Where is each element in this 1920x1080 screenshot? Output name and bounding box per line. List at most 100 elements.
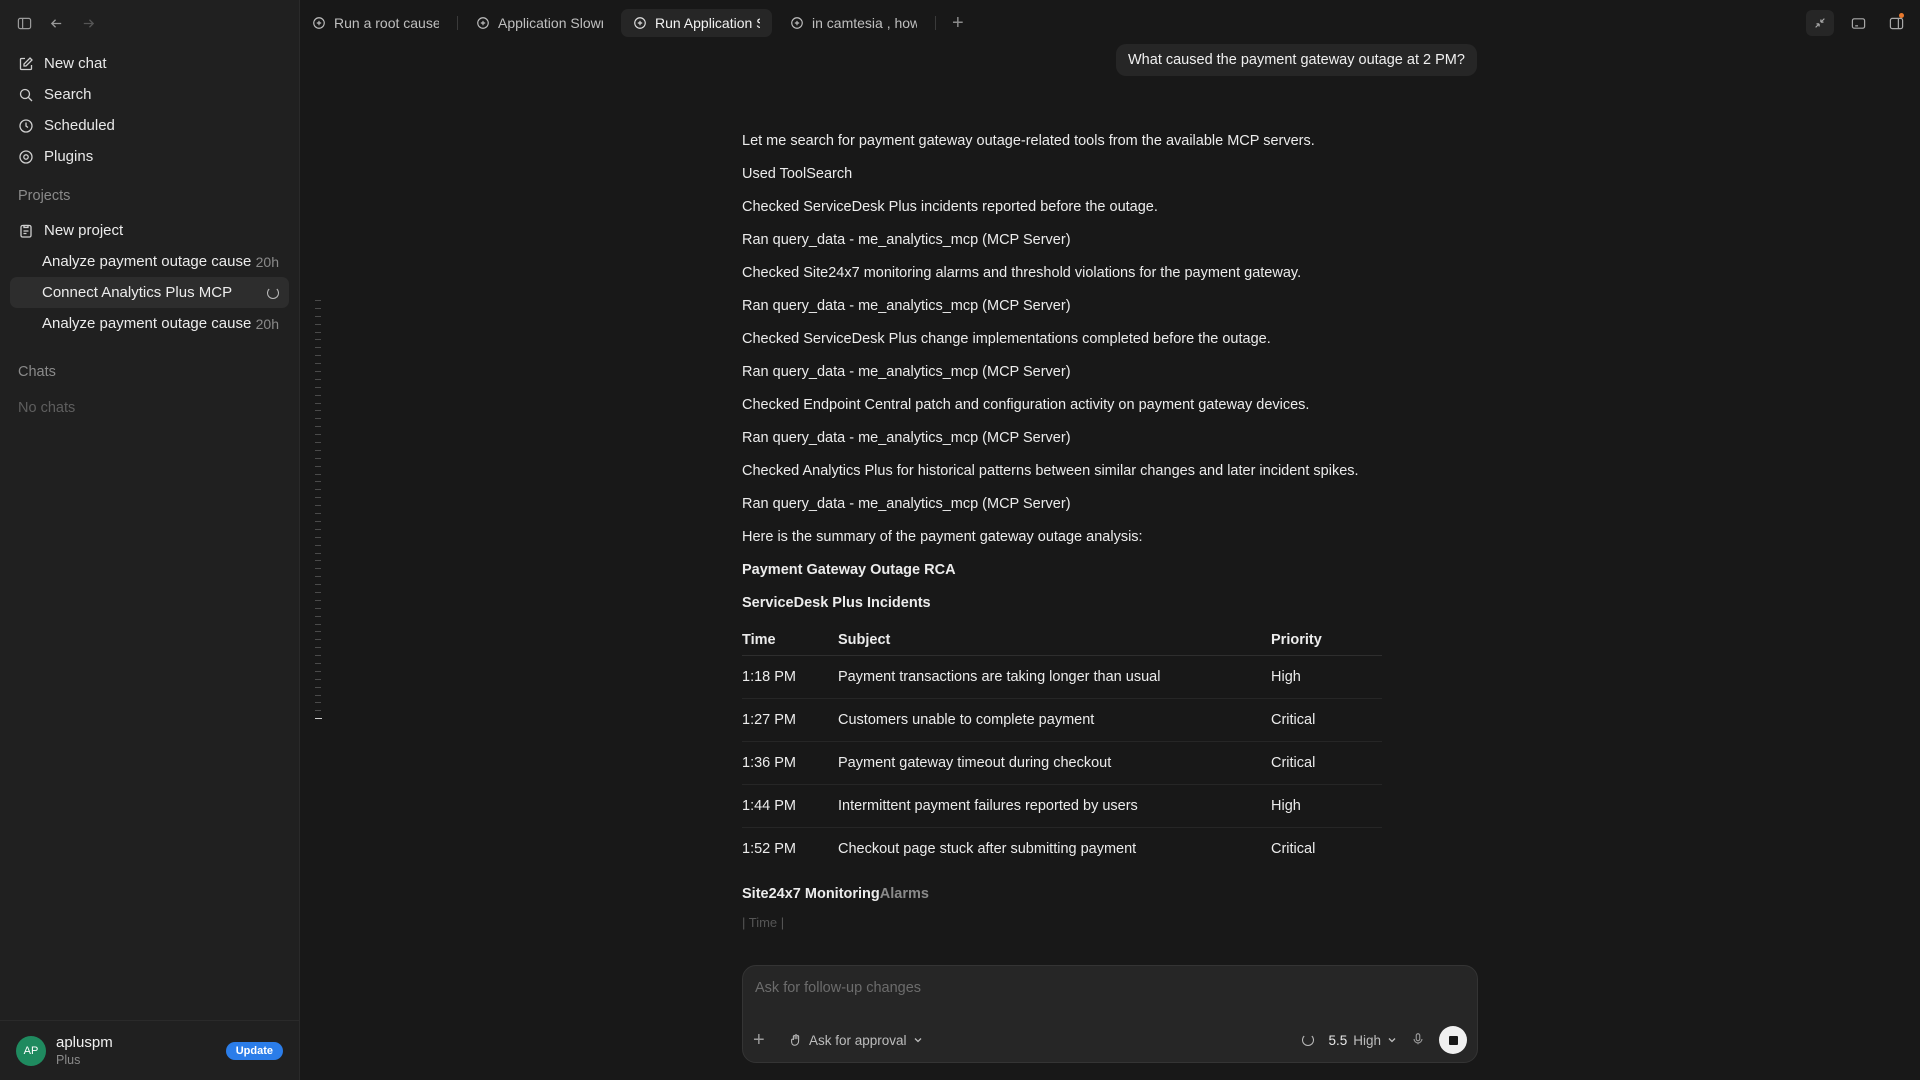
back-arrow-icon[interactable] [46, 13, 66, 33]
tool-use-line[interactable]: Ran query_data - me_analytics_mcp (MCP S… [742, 421, 1402, 454]
approval-mode-dropdown[interactable]: Ask for approval [789, 1033, 923, 1048]
scroll-tick [315, 497, 321, 499]
column-header-priority: Priority [1271, 625, 1382, 656]
incidents-table: Time Subject Priority 1:18 PM Payment tr… [742, 625, 1382, 870]
site24x7-heading-fade: Alarms [879, 886, 929, 902]
scroll-tick [315, 513, 321, 515]
composer[interactable]: Ask for follow-up changes + Ask for appr… [742, 965, 1478, 1063]
scroll-tick [315, 655, 321, 657]
plugins-button[interactable]: Plugins [10, 141, 289, 172]
tool-use-line[interactable]: Ran query_data - me_analytics_mcp (MCP S… [742, 355, 1402, 388]
new-project-label: New project [44, 222, 124, 239]
scroll-tick [315, 670, 321, 672]
scroll-progress-ticks[interactable] [315, 300, 323, 726]
chat-plus-icon [791, 17, 803, 29]
stop-button[interactable] [1439, 1026, 1467, 1054]
scroll-tick [315, 410, 321, 412]
project-item-active[interactable]: Connect Analytics Plus MCP [10, 277, 289, 308]
project-item[interactable]: Analyze payment outage cause 20h [10, 308, 289, 339]
clock-icon [19, 118, 33, 133]
scroll-tick [315, 591, 321, 593]
tool-use-line[interactable]: Ran query_data - me_analytics_mcp (MCP S… [742, 487, 1402, 520]
tool-use-line[interactable]: Ran query_data - me_analytics_mcp (MCP S… [742, 223, 1402, 256]
sidebar-toggle-icon[interactable] [14, 13, 34, 33]
streaming-partial-row: | Time | [742, 914, 785, 930]
scroll-tick [315, 434, 321, 436]
search-button[interactable]: Search [10, 79, 289, 110]
hand-icon [791, 1034, 800, 1046]
chevron-down-icon [1388, 1038, 1396, 1043]
window-controls [1806, 10, 1910, 36]
right-panel-icon[interactable] [1882, 10, 1910, 36]
site24x7-heading: Site24x7 Monitoring Alarms [742, 880, 1402, 908]
scheduled-button[interactable]: Scheduled [10, 110, 289, 141]
cell-subject: Payment gateway timeout during checkout [838, 741, 1271, 785]
composer-toolbar: + Ask for approval 5.5 High [753, 1026, 1467, 1054]
chats-heading: Chats [18, 364, 56, 380]
scroll-tick [315, 315, 321, 317]
scroll-tick [315, 347, 321, 349]
tab-run-application[interactable]: Run Application S [621, 9, 772, 37]
model-selector[interactable]: 5.5 High [1328, 1033, 1397, 1048]
user-profile[interactable]: AP apluspm Plus Update [0, 1020, 299, 1080]
cell-time: 1:27 PM [742, 698, 838, 742]
response-line: Checked Site24x7 monitoring alarms and t… [742, 264, 1302, 281]
composer-input[interactable]: Ask for follow-up changes [755, 980, 921, 996]
cell-time: 1:44 PM [742, 784, 838, 828]
new-project-button[interactable]: New project [10, 215, 289, 246]
notification-dot [1899, 13, 1904, 18]
table-header-row: Time Subject Priority [742, 625, 1382, 656]
new-tab-plus-icon[interactable]: + [952, 12, 964, 35]
response-line: Here is the summary of the payment gatew… [742, 528, 1143, 545]
scroll-tick [315, 694, 321, 696]
scroll-tick [315, 662, 321, 664]
tab-label: Application Slowr [498, 15, 603, 31]
scroll-tick [315, 449, 321, 451]
scroll-tick [315, 536, 321, 538]
cell-time: 1:36 PM [742, 741, 838, 785]
column-header-time: Time [742, 625, 838, 656]
scroll-tick [315, 678, 321, 680]
table-row: 1:52 PM Checkout page stuck after submit… [742, 827, 1382, 870]
attach-plus-icon[interactable]: + [753, 1029, 777, 1052]
approval-label: Ask for approval [809, 1032, 907, 1048]
cell-priority: Critical [1271, 698, 1382, 742]
tab-label: Run Application S [655, 15, 760, 31]
scroll-tick [315, 481, 321, 483]
new-chat-button[interactable]: New chat [10, 48, 289, 79]
scroll-tick [315, 718, 322, 720]
tool-use-line[interactable]: Ran query_data - me_analytics_mcp (MCP S… [742, 289, 1402, 322]
tab-run-root-cause[interactable]: Run a root cause [300, 9, 451, 37]
table-row: 1:27 PM Customers unable to complete pay… [742, 698, 1382, 742]
response-line: Checked Analytics Plus for historical pa… [742, 462, 1359, 479]
servicedesk-heading: ServiceDesk Plus Incidents [742, 594, 931, 611]
scroll-tick [315, 339, 321, 341]
scroll-tick [315, 457, 321, 459]
terminal-icon[interactable] [1844, 10, 1872, 36]
forward-arrow-icon[interactable] [78, 13, 98, 33]
cell-time: 1:52 PM [742, 840, 796, 857]
chat-plus-icon [477, 17, 489, 29]
tool-use-line[interactable]: Used ToolSearch [742, 157, 1402, 190]
stop-icon [1448, 1035, 1458, 1045]
tab-camtesia[interactable]: in camtesia , how [778, 9, 929, 37]
tab-application-slowness[interactable]: Application Slowr [464, 9, 615, 37]
user-name: apluspm [56, 1033, 113, 1051]
model-version: 5.5 [1328, 1032, 1348, 1048]
response-line: Checked ServiceDesk Plus change implemen… [742, 330, 1271, 347]
response-line: Let me search for payment gateway outage… [742, 132, 1315, 149]
column-header-subject: Subject [838, 625, 1271, 656]
collapse-icon[interactable] [1806, 10, 1834, 36]
scroll-tick [315, 631, 321, 633]
update-button[interactable]: Update [225, 1041, 283, 1060]
scroll-tick [315, 418, 321, 420]
cell-priority: Critical [1271, 741, 1382, 785]
scroll-tick [315, 552, 321, 554]
rca-heading: Payment Gateway Outage RCA [742, 561, 956, 578]
project-item[interactable]: Analyze payment outage cause 20h [10, 246, 289, 277]
microphone-icon[interactable] [1411, 1032, 1425, 1049]
scroll-tick [315, 355, 321, 357]
no-chats-text: No chats [18, 400, 76, 416]
scroll-tick [315, 489, 321, 491]
scroll-tick [315, 528, 321, 530]
